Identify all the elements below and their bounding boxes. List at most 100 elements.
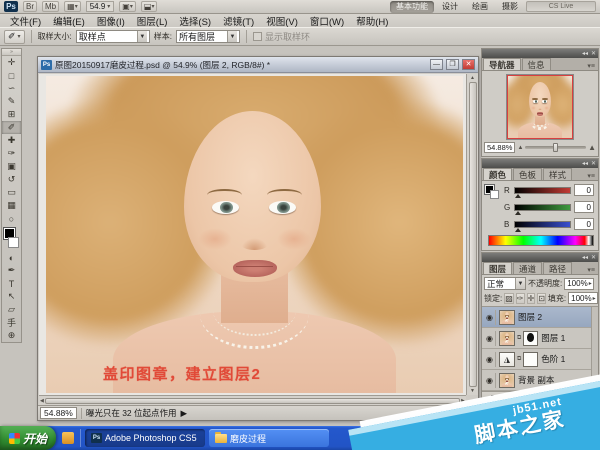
collapse-panel-icon[interactable]: ◂◂ (582, 161, 588, 167)
scroll-left-icon[interactable]: ◀ (40, 398, 44, 404)
marquee-tool-icon[interactable]: □ (2, 69, 21, 82)
layer-row-layer1[interactable]: ◉ ⧉ 图层 1 (482, 328, 591, 349)
fill-field[interactable]: 100% ▸ (568, 292, 598, 304)
scroll-up-icon[interactable]: ▲ (470, 75, 475, 81)
pen-tool-icon[interactable]: ✒ (2, 264, 21, 277)
visibility-eye-icon[interactable]: ◉ (484, 372, 496, 388)
start-button[interactable]: 开始 (0, 426, 56, 450)
red-value-field[interactable]: 0 (574, 184, 594, 196)
layer-mask-thumbnail[interactable] (523, 351, 539, 367)
blend-mode-dropdown[interactable]: 正常 ▼ (484, 277, 526, 290)
eyedropper-tool-preset[interactable]: ✐ ▾ (4, 29, 25, 44)
collapse-panel-icon[interactable]: ◂◂ (582, 51, 588, 57)
close-button[interactable]: ✕ (462, 59, 475, 70)
tab-layers[interactable]: 图层 (483, 262, 513, 274)
sample-size-dropdown[interactable]: 取样点 ▼ (75, 30, 150, 43)
tab-navigator[interactable]: 导航器 (483, 58, 521, 70)
bridge-launcher-icon[interactable]: Br (23, 1, 37, 12)
lock-transparency-icon[interactable]: ▨ (504, 292, 514, 304)
workspace-essentials[interactable]: 基本功能 (390, 0, 434, 13)
dodge-tool-icon[interactable]: ◐ (2, 251, 21, 264)
navigator-zoom-field[interactable]: 54.88% (484, 142, 516, 153)
zoom-level-control[interactable]: 54.9 ▾ (85, 1, 115, 12)
zoom-slider-thumb[interactable] (553, 143, 559, 152)
screen-mode-icon[interactable]: ⬓ ▾ (140, 1, 158, 12)
panel-menu-icon[interactable]: ▾≡ (587, 62, 598, 70)
opacity-field[interactable]: 100% ▸ (564, 277, 594, 290)
layer-row-layer2[interactable]: ◉ 图层 2 (482, 307, 591, 328)
tab-swatches[interactable]: 色板 (513, 168, 543, 180)
red-slider[interactable] (514, 186, 571, 198)
status-zoom-field[interactable]: 54.88% (40, 407, 77, 419)
menu-image[interactable]: 图像(I) (91, 14, 131, 28)
foreground-background-swatches[interactable] (485, 185, 499, 199)
visibility-eye-icon[interactable]: ◉ (484, 351, 496, 367)
tab-color[interactable]: 颜色 (483, 168, 513, 180)
menu-view[interactable]: 视图(V) (260, 14, 304, 28)
quick-launch-icon[interactable] (62, 432, 74, 444)
workspace-painting[interactable]: 绘画 (466, 1, 494, 13)
close-panel-icon[interactable]: ✕ (591, 161, 596, 167)
arrange-documents-icon[interactable]: ▣ ▾ (119, 1, 136, 12)
panel-menu-icon[interactable]: ▾≡ (587, 266, 598, 274)
eyedropper-tool-icon[interactable]: ✐ (2, 121, 21, 134)
type-tool-icon[interactable]: T (2, 277, 21, 290)
document-titlebar[interactable]: Ps 原图20150917磨皮过程.psd @ 54.9% (图层 2, RGB… (38, 57, 478, 73)
green-value-field[interactable]: 0 (574, 201, 594, 213)
healing-brush-tool-icon[interactable]: ✚ (2, 134, 21, 147)
eraser-tool-icon[interactable]: ▭ (2, 186, 21, 199)
layer-row-levels1[interactable]: ◉ ◮ ⧉ 色阶 1 (482, 349, 591, 370)
mask-link-icon[interactable]: ⧉ (517, 356, 521, 363)
layer-mask-thumbnail[interactable] (523, 330, 539, 346)
blue-value-field[interactable]: 0 (574, 218, 594, 230)
quick-selection-tool-icon[interactable]: ✎ (2, 95, 21, 108)
lasso-tool-icon[interactable]: ∽ (2, 82, 21, 95)
workspace-design[interactable]: 设计 (436, 1, 464, 13)
brush-tool-icon[interactable]: ✑ (2, 147, 21, 160)
hand-tool-icon[interactable]: 手 (2, 316, 21, 329)
canvas-area[interactable]: 盖印图章，建立图层2 (39, 74, 466, 395)
visibility-eye-icon[interactable]: ◉ (484, 330, 496, 346)
red-slider-thumb[interactable] (515, 193, 521, 198)
gradient-tool-icon[interactable]: ▦ (2, 199, 21, 212)
shape-tool-icon[interactable]: ▱ (2, 303, 21, 316)
workspace-photography[interactable]: 摄影 (496, 1, 524, 13)
cs-live-button[interactable]: CS Live (526, 1, 596, 12)
path-selection-tool-icon[interactable]: ↖ (2, 290, 21, 303)
green-slider-thumb[interactable] (515, 210, 521, 215)
zoom-in-icon[interactable]: ▲ (588, 143, 596, 152)
history-brush-tool-icon[interactable]: ↺ (2, 173, 21, 186)
horizontal-scrollbar[interactable]: ◀ ▶ (39, 395, 466, 405)
taskbar-button-photoshop[interactable]: Ps Adobe Photoshop CS5 (85, 429, 205, 447)
collapse-panel-icon[interactable]: ◂◂ (582, 255, 588, 261)
vertical-scroll-thumb[interactable] (468, 82, 477, 387)
panel-menu-icon[interactable]: ▾≡ (587, 172, 598, 180)
navigator-viewbox[interactable] (507, 75, 573, 139)
clone-stamp-tool-icon[interactable]: ▣ (2, 160, 21, 173)
menu-select[interactable]: 选择(S) (173, 14, 217, 28)
lock-position-icon[interactable]: ✛ (526, 292, 536, 304)
sample-dropdown[interactable]: 所有图层 ▼ (176, 30, 241, 43)
navigator-zoom-slider[interactable] (525, 143, 587, 152)
view-extras-icon[interactable]: ▦ ▾ (64, 1, 81, 12)
move-tool-icon[interactable]: ✛ (2, 56, 21, 69)
lock-pixels-icon[interactable]: ✑ (515, 292, 525, 304)
menu-help[interactable]: 帮助(H) (350, 14, 394, 28)
lock-all-icon[interactable]: ⊡ (537, 292, 546, 304)
scroll-down-icon[interactable]: ▼ (470, 388, 475, 394)
menu-edit[interactable]: 编辑(E) (47, 14, 91, 28)
mini-bridge-icon[interactable]: Mb (42, 1, 60, 12)
tab-paths[interactable]: 路径 (543, 262, 573, 274)
tab-info[interactable]: 信息 (521, 58, 551, 70)
photo-canvas[interactable] (46, 76, 463, 393)
close-panel-icon[interactable]: ✕ (591, 51, 596, 57)
blur-tool-icon[interactable]: ○ (2, 212, 21, 225)
minimize-button[interactable]: — (430, 59, 443, 70)
blue-slider[interactable] (514, 220, 571, 232)
mask-link-icon[interactable]: ⧉ (517, 335, 521, 342)
green-slider[interactable] (514, 203, 571, 215)
crop-tool-icon[interactable]: ⊞ (2, 108, 21, 121)
vertical-scrollbar[interactable]: ▲ ▼ (466, 74, 478, 395)
color-spectrum-ramp[interactable] (488, 235, 594, 246)
background-color-swatch[interactable] (8, 237, 19, 248)
